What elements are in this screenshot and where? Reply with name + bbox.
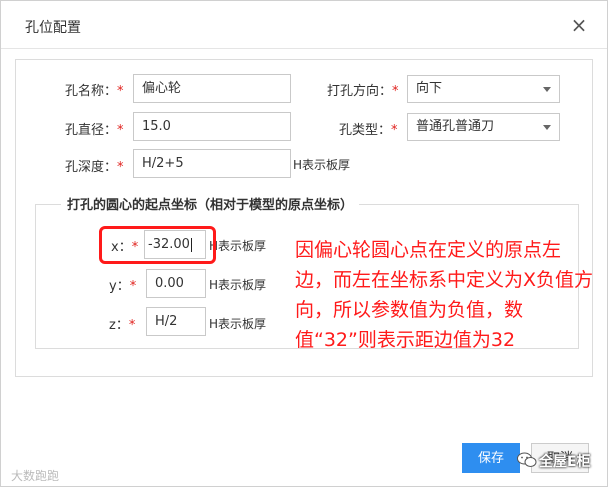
hole-type-select[interactable]: 普通孔普通刀 bbox=[407, 113, 560, 141]
required-mark: * bbox=[117, 160, 124, 175]
required-mark: * bbox=[391, 123, 398, 138]
dialog-titlebar: 孔位配置 × bbox=[1, 1, 607, 49]
direction-label: 打孔方向：* bbox=[327, 84, 399, 99]
depth-label: 孔深度：* bbox=[65, 160, 124, 175]
required-mark: * bbox=[117, 123, 124, 138]
required-mark: * bbox=[129, 279, 137, 294]
z-hint: H表示板厚 bbox=[209, 317, 267, 331]
depth-input[interactable]: H/2+5 bbox=[133, 149, 291, 178]
diameter-label: 孔直径：* bbox=[65, 123, 124, 138]
required-mark: * bbox=[392, 84, 399, 99]
hole-type-value: 普通孔普通刀 bbox=[416, 119, 495, 134]
caret-down-icon bbox=[543, 125, 551, 130]
hole-name-label: 孔名称：* bbox=[65, 84, 124, 99]
caret-down-icon bbox=[543, 87, 551, 92]
depth-hint: H表示板厚 bbox=[293, 158, 351, 172]
close-icon[interactable]: × bbox=[567, 13, 591, 37]
y-input[interactable]: 0.00 bbox=[146, 269, 206, 298]
save-button[interactable]: 保存 bbox=[462, 443, 520, 473]
wechat-icon bbox=[517, 452, 537, 467]
required-mark: * bbox=[117, 84, 124, 99]
hole-config-dialog: 孔位配置 × 孔名称：* 偏心轮 打孔方向：* 向下 孔直径：* 15.0 孔类… bbox=[0, 0, 608, 487]
dialog-title: 孔位配置 bbox=[25, 20, 81, 36]
watermark-left: 大数跑跑 bbox=[11, 469, 60, 483]
hole-type-label: 孔类型：* bbox=[339, 123, 398, 138]
annotation-text: 因偏心轮圆心点在定义的原点左边，而左在坐标系中定义为X负值方向，所以参数值为负值… bbox=[295, 239, 594, 351]
diameter-input[interactable]: 15.0 bbox=[133, 112, 291, 141]
z-input[interactable]: H/2 bbox=[146, 307, 206, 336]
coords-legend: 打孔的圆心的起点坐标（相对于模型的原点坐标） bbox=[61, 194, 360, 213]
x-hint: H表示板厚 bbox=[209, 239, 267, 253]
watermark-right: 全屋E柜 bbox=[539, 454, 591, 470]
z-label: z：* bbox=[109, 318, 136, 333]
direction-value: 向下 bbox=[416, 81, 443, 96]
highlight-box bbox=[99, 226, 216, 264]
direction-select[interactable]: 向下 bbox=[407, 75, 560, 103]
required-mark: * bbox=[128, 318, 136, 333]
hole-name-input[interactable]: 偏心轮 bbox=[133, 74, 291, 103]
y-label: y：* bbox=[109, 279, 137, 294]
y-hint: H表示板厚 bbox=[209, 278, 267, 292]
